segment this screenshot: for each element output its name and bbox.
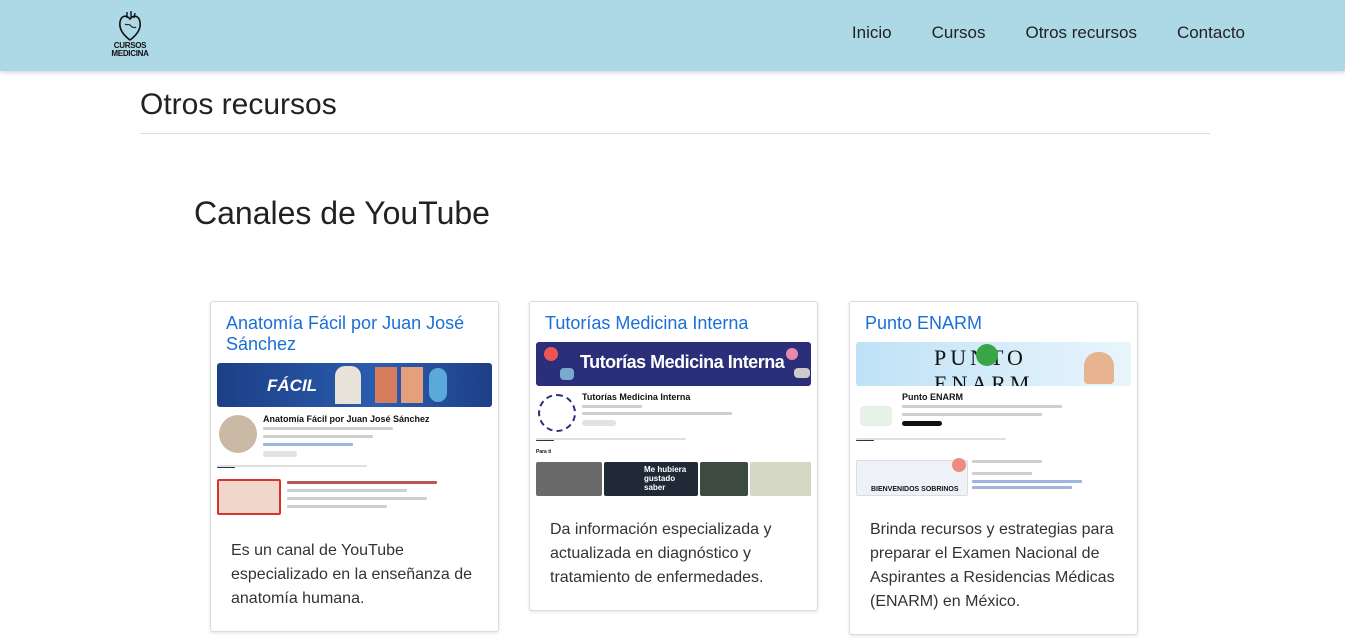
channel-meta-line [582,405,642,408]
video-meta-line [972,486,1072,489]
video-title-line [287,481,437,484]
video-caption: Me hubiera gustado saber [644,465,687,492]
card-description: Da información especializada y actualiza… [550,521,772,586]
card-title-link[interactable]: Anatomía Fácil por Juan José Sánchez [211,302,498,355]
banner-organ-icon [544,347,558,361]
card-title-link[interactable]: Punto ENARM [850,302,1137,334]
banner-person-figure [335,366,361,404]
channel-name: Tutorías Medicina Interna [582,392,691,402]
video-avatar-icon [952,458,966,472]
video-thumbnail [700,462,748,496]
logo-text: CURSOS MEDICINA [108,42,152,58]
channel-card-tutorias: Tutorías Medicina Interna Tutorías Medic… [529,301,818,611]
banner-organ-icon [786,348,798,360]
nav-otros-recursos[interactable]: Otros recursos [1025,23,1136,43]
subscribe-pill [582,420,616,426]
video-thumbnail [217,479,281,515]
nav-inicio[interactable]: Inicio [852,23,892,43]
heart-logo-icon [119,11,141,42]
video-caption: BIENVENIDOS SOBRINOS [871,486,959,493]
channel-meta-line [263,435,373,438]
top-navbar: CURSOS MEDICINA Inicio Cursos Otros recu… [0,0,1345,71]
tabs-line [217,465,367,467]
site-logo[interactable]: CURSOS MEDICINA [108,10,152,60]
section-title: Canales de YouTube [194,195,490,231]
channel-name: Anatomía Fácil por Juan José Sánchez [263,414,430,424]
video-thumbnail: Me hubiera gustado saber [604,462,698,496]
video-meta-line [287,489,407,492]
tabs-line [856,438,1006,440]
banner-organ-icon [560,368,574,380]
banner-organ-icon [794,368,810,378]
card-description: Brinda recursos y estrategias para prepa… [870,521,1115,610]
channel-meta-line [902,413,1042,416]
channel-avatar [860,406,892,426]
subscribe-pill [263,451,297,457]
card-title-link[interactable]: Tutorías Medicina Interna [530,302,817,334]
channel-card-punto-enarm: Punto ENARM PUNTO ENARM Punto ENARM BIEN… [849,301,1138,635]
active-tab-indicator [217,467,235,468]
banner-text: Tutorías Medicina Interna [580,352,785,372]
tabs-line [536,438,686,440]
channel-card-anatomia: Anatomía Fácil por Juan José Sánchez FÁC… [210,301,499,632]
video-thumbnail [536,462,602,496]
video-meta-line [972,460,1042,463]
channel-banner: Tutorías Medicina Interna [536,342,811,386]
banner-skull-figure [429,368,447,402]
channel-screenshot[interactable]: Tutorías Medicina Interna Tutorías Medic… [536,342,811,496]
logo-text-line2: MEDICINA [111,49,149,58]
channel-avatar [538,394,576,432]
nav-cursos[interactable]: Cursos [932,23,986,43]
banner-avatar-figure [1084,352,1114,384]
subscribe-pill [902,421,942,426]
channel-banner: PUNTO ENARM [856,342,1131,386]
section-label: Para ti [536,449,552,455]
nav-contacto[interactable]: Contacto [1177,23,1245,43]
channel-name: Punto ENARM [902,392,963,402]
channel-meta-line [582,412,732,415]
channel-meta-line [263,427,393,430]
channel-screenshot[interactable]: FÁCIL Anatomía Fácil por Juan José Sánch… [217,363,492,517]
banner-text: FÁCIL [267,376,318,395]
banner-logo-circle [976,344,998,366]
video-thumbnail [750,462,811,496]
banner-anatomy-figure-2 [401,367,423,403]
banner-anatomy-figure-1 [375,367,397,403]
title-divider [140,133,1210,134]
channel-meta-line [902,405,1062,408]
video-meta-line [972,480,1082,483]
video-meta-line [287,505,387,508]
channel-avatar [219,415,257,453]
channel-meta-line [263,443,353,446]
active-tab-indicator [856,440,874,441]
channel-banner: FÁCIL [217,363,492,407]
main-nav: Inicio Cursos Otros recursos Contacto [852,23,1245,43]
video-meta-line [972,472,1032,475]
channel-screenshot[interactable]: PUNTO ENARM Punto ENARM BIENVENIDOS SOBR… [856,342,1131,496]
video-meta-line [287,497,427,500]
card-description: Es un canal de YouTube especializado en … [231,542,473,607]
page-title: Otros recursos [140,88,337,121]
active-tab-indicator [536,440,554,441]
